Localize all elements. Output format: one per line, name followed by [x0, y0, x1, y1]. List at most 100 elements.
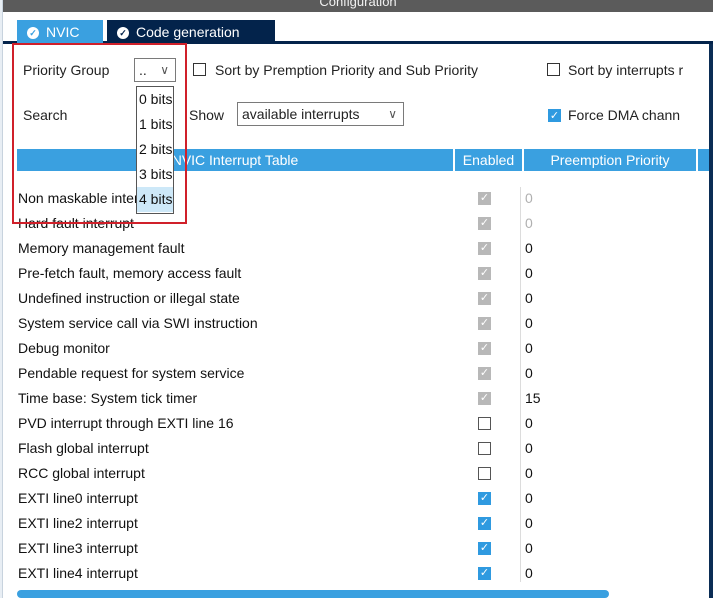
sort-interrupts-label: Sort by interrupts r — [568, 62, 684, 78]
show-value: available interrupts — [242, 106, 360, 122]
interrupt-name: Time base: System tick timer — [18, 390, 198, 406]
enabled-checkbox: ✓ — [478, 217, 491, 230]
table-row[interactable]: EXTI line3 interrupt ✓ 0 — [17, 537, 709, 562]
header-preemption-priority[interactable]: Preemption Priority — [524, 149, 696, 171]
priority-group-option[interactable]: 2 bits — [137, 137, 173, 162]
table-row[interactable]: Undefined instruction or illegal state ✓ 0 — [17, 287, 709, 312]
preemption-priority-value[interactable]: 0 — [525, 290, 533, 306]
sort-premption-checkbox[interactable] — [193, 63, 206, 76]
priority-group-dropdown: 0 bits 1 bits 2 bits 3 bits 4 bits — [136, 86, 174, 214]
priority-group-option[interactable]: 4 bits — [137, 187, 173, 212]
table-row[interactable]: EXTI line2 interrupt ✓ 0 — [17, 512, 709, 537]
enabled-checkbox: ✓ — [478, 292, 491, 305]
enabled-checkbox: ✓ — [478, 267, 491, 280]
table-row[interactable]: EXTI line0 interrupt ✓ 0 — [17, 487, 709, 512]
chevron-down-icon: ∨ — [388, 107, 397, 121]
header-preemption-label: Preemption Priority — [550, 152, 670, 168]
header-name-label: NVIC Interrupt Table — [171, 152, 299, 168]
interrupt-name: Pre-fetch fault, memory access fault — [18, 265, 242, 281]
table-row[interactable]: Hard fault interrupt ✓ 0 — [17, 212, 709, 237]
horizontal-scrollbar[interactable] — [17, 590, 609, 598]
enabled-checkbox[interactable]: ✓ — [478, 567, 491, 580]
preemption-priority-value[interactable]: 0 — [525, 440, 533, 456]
sort-interrupts-checkbox[interactable] — [547, 63, 560, 76]
header-subpriority-partial — [698, 149, 709, 171]
preemption-priority-value[interactable]: 0 — [525, 190, 533, 206]
show-select[interactable]: available interrupts ∨ — [237, 102, 404, 126]
table-row[interactable]: Debug monitor ✓ 0 — [17, 337, 709, 362]
enabled-checkbox[interactable]: ✓ — [478, 492, 491, 505]
tab-code-generation[interactable]: ✓ Code generation — [107, 20, 275, 44]
enabled-checkbox[interactable] — [478, 467, 491, 480]
interrupt-name: Memory management fault — [18, 240, 185, 256]
force-dma-checkbox[interactable]: ✓ — [548, 109, 561, 122]
enabled-checkbox: ✓ — [478, 192, 491, 205]
interrupt-name: EXTI line4 interrupt — [18, 565, 138, 581]
table-row[interactable]: Pre-fetch fault, memory access fault ✓ 0 — [17, 262, 709, 287]
enabled-checkbox: ✓ — [478, 367, 491, 380]
window-title-bar: Configuration — [3, 0, 713, 12]
table-row[interactable]: Time base: System tick timer ✓ 15 — [17, 387, 709, 412]
table-row[interactable]: PVD interrupt through EXTI line 16 0 — [17, 412, 709, 437]
interrupt-name: EXTI line0 interrupt — [18, 490, 138, 506]
search-label: Search — [23, 107, 68, 123]
chevron-down-icon: ∨ — [160, 63, 169, 77]
interrupt-name: Undefined instruction or illegal state — [18, 290, 240, 306]
tab-bar: ✓ NVIC ✓ Code generation — [3, 12, 713, 44]
table-row[interactable]: System service call via SWI instruction ✓… — [17, 312, 709, 337]
priority-group-option[interactable]: 0 bits — [137, 87, 173, 112]
preemption-priority-value[interactable]: 0 — [525, 565, 533, 581]
table-row[interactable]: Flash global interrupt 0 — [17, 437, 709, 462]
interrupt-name: Flash global interrupt — [18, 440, 149, 456]
table-row[interactable]: Pendable request for system service ✓ 0 — [17, 362, 709, 387]
interrupt-table-body: Non maskable interrupt ✓ 0 Hard fault inter… — [17, 187, 709, 587]
header-enabled[interactable]: Enabled — [455, 149, 522, 171]
table-row[interactable]: Non maskable interrupt ✓ 0 — [17, 187, 709, 212]
right-panel-edge — [709, 44, 713, 598]
interrupt-name: PVD interrupt through EXTI line 16 — [18, 415, 234, 431]
preemption-priority-value[interactable]: 0 — [525, 540, 533, 556]
interrupt-name: Hard fault interrupt — [18, 215, 134, 231]
check-circle-icon: ✓ — [27, 27, 39, 39]
preemption-priority-value[interactable]: 15 — [525, 390, 541, 406]
enabled-checkbox: ✓ — [478, 242, 491, 255]
preemption-priority-value[interactable]: 0 — [525, 315, 533, 331]
priority-group-select[interactable]: .. ∨ — [134, 58, 176, 82]
interrupt-name: RCC global interrupt — [18, 465, 145, 481]
window-title: Configuration — [319, 0, 397, 9]
interrupt-name: Pendable request for system service — [18, 365, 245, 381]
preemption-priority-value[interactable]: 0 — [525, 340, 533, 356]
enabled-checkbox: ✓ — [478, 392, 491, 405]
preemption-priority-value[interactable]: 0 — [525, 265, 533, 281]
interrupt-name: System service call via SWI instruction — [18, 315, 258, 331]
table-row[interactable]: EXTI line4 interrupt ✓ 0 — [17, 562, 709, 587]
tab-nvic[interactable]: ✓ NVIC — [17, 20, 103, 44]
preemption-priority-value[interactable]: 0 — [525, 415, 533, 431]
enabled-checkbox[interactable] — [478, 442, 491, 455]
enabled-checkbox[interactable]: ✓ — [478, 517, 491, 530]
sort-premption-label: Sort by Premption Priority and Sub Prior… — [215, 62, 478, 78]
enabled-checkbox: ✓ — [478, 317, 491, 330]
priority-group-option[interactable]: 3 bits — [137, 162, 173, 187]
tab-nvic-label: NVIC — [46, 24, 80, 40]
priority-group-value: .. — [139, 62, 147, 78]
check-circle-icon: ✓ — [117, 27, 129, 39]
preemption-priority-value[interactable]: 0 — [525, 465, 533, 481]
preemption-priority-value[interactable]: 0 — [525, 365, 533, 381]
preemption-priority-value[interactable]: 0 — [525, 515, 533, 531]
preemption-priority-value[interactable]: 0 — [525, 240, 533, 256]
force-dma-label: Force DMA chann — [568, 107, 681, 123]
table-row[interactable]: RCC global interrupt 0 — [17, 462, 709, 487]
preemption-priority-value[interactable]: 0 — [525, 215, 533, 231]
interrupt-name: Debug monitor — [18, 340, 110, 356]
enabled-checkbox[interactable]: ✓ — [478, 542, 491, 555]
table-row[interactable]: Memory management fault ✓ 0 — [17, 237, 709, 262]
preemption-priority-value[interactable]: 0 — [525, 490, 533, 506]
enabled-checkbox[interactable] — [478, 417, 491, 430]
priority-group-option[interactable]: 1 bits — [137, 112, 173, 137]
left-panel-edge — [0, 0, 3, 598]
enabled-checkbox: ✓ — [478, 342, 491, 355]
header-enabled-label: Enabled — [462, 152, 515, 168]
header-nvic-interrupt-table[interactable]: NVIC Interrupt Table — [17, 149, 453, 171]
priority-group-label: Priority Group — [23, 62, 110, 78]
